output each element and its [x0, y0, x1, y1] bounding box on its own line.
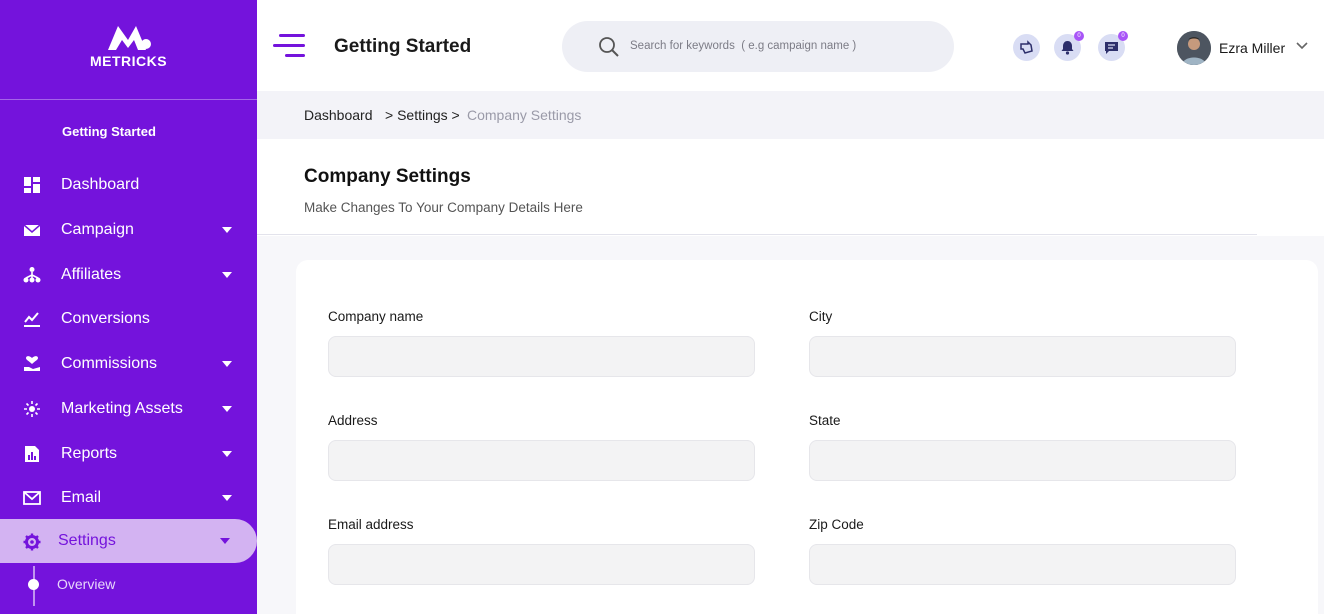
- menu-toggle-icon[interactable]: [273, 34, 305, 60]
- sidebar-item-label: Conversions: [61, 310, 150, 327]
- sidebar: METRICKS Getting Started Dashboard Campa…: [0, 0, 257, 614]
- help-button[interactable]: [1013, 34, 1040, 61]
- envelope-icon: [23, 224, 41, 236]
- search-bar: [562, 21, 954, 72]
- pointer-hand-icon: [1020, 40, 1033, 54]
- sidebar-item-commissions[interactable]: Commissions: [0, 342, 257, 386]
- sidebar-item-email[interactable]: Email: [0, 476, 257, 520]
- messages-button[interactable]: 0: [1098, 31, 1128, 61]
- notifications-button[interactable]: 0: [1054, 31, 1084, 61]
- dashboard-grid-icon: [24, 177, 40, 193]
- heart-hand-icon: [24, 356, 40, 371]
- report-doc-icon: [25, 446, 39, 462]
- search-icon: [599, 37, 619, 57]
- breadcrumb-item-dashboard[interactable]: Dashboard: [304, 107, 373, 123]
- sidebar-item-label: Email: [61, 489, 102, 506]
- sidebar-item-label: Campaign: [61, 221, 134, 238]
- address-label: Address: [328, 413, 378, 428]
- sidebar-item-settings[interactable]: Settings: [0, 519, 257, 563]
- logo-text: METRICKS: [89, 53, 168, 69]
- sidebar-item-conversions[interactable]: Conversions: [0, 297, 257, 341]
- mail-icon: [23, 491, 41, 505]
- sidebar-item-label: Reports: [61, 445, 118, 462]
- email-address-label: Email address: [328, 517, 414, 532]
- gear-icon: [23, 533, 41, 551]
- chevron-down-icon: [222, 406, 232, 412]
- city-label: City: [809, 309, 833, 324]
- sidebar-item-label: Settings: [58, 532, 116, 549]
- chevron-down-icon[interactable]: [1296, 42, 1308, 50]
- user-avatar-icon: [1177, 31, 1211, 65]
- chevron-down-icon: [220, 538, 230, 544]
- sidebar-item-dashboard[interactable]: Dashboard: [0, 163, 257, 207]
- brand-logo[interactable]: METRICKS: [0, 22, 257, 69]
- page-title: Getting Started: [334, 36, 472, 57]
- state-field[interactable]: [809, 440, 1236, 481]
- sidebar-item-marketing-assets[interactable]: Marketing Assets: [0, 387, 257, 431]
- sidebar-item-label: Commissions: [61, 355, 158, 372]
- state-label: State: [809, 413, 841, 428]
- chevron-down-icon: [222, 495, 232, 501]
- sparkle-icon: [24, 401, 40, 417]
- zip-code-field[interactable]: [809, 544, 1236, 585]
- chart-line-icon: [24, 312, 40, 327]
- zip-code-label: Zip Code: [809, 517, 864, 532]
- sidebar-divider: [0, 99, 257, 100]
- chevron-down-icon: [222, 272, 232, 278]
- sidebar-item-label: Affiliates: [61, 266, 122, 283]
- message-count-badge: 0: [1118, 31, 1128, 41]
- submenu-item-overview[interactable]: Overview: [57, 576, 115, 592]
- sidebar-item-label: Dashboard: [61, 176, 140, 193]
- company-name-label: Company name: [328, 309, 424, 324]
- submenu-dot-icon: [28, 579, 39, 590]
- header-divider: [257, 234, 1257, 235]
- breadcrumb-item-settings[interactable]: > Settings >: [385, 107, 460, 123]
- search-input[interactable]: [630, 36, 930, 56]
- sidebar-section-title[interactable]: Getting Started: [62, 124, 156, 139]
- section-subtitle: Make Changes To Your Company Details Her…: [304, 200, 583, 215]
- email-field[interactable]: [328, 544, 755, 585]
- user-name[interactable]: Ezra Miller: [1219, 40, 1285, 56]
- chevron-down-icon: [222, 361, 232, 367]
- avatar[interactable]: [1177, 31, 1211, 65]
- sidebar-item-reports[interactable]: Reports: [0, 432, 257, 476]
- chevron-down-icon: [222, 227, 232, 233]
- chevron-down-icon: [222, 451, 232, 457]
- city-field[interactable]: [809, 336, 1236, 377]
- address-field[interactable]: [328, 440, 755, 481]
- chat-icon: [1105, 42, 1118, 54]
- bell-icon: [1061, 41, 1074, 55]
- metricks-logo-icon: [107, 26, 151, 50]
- company-name-field[interactable]: [328, 336, 755, 377]
- section-title: Company Settings: [304, 166, 471, 187]
- affiliates-tree-icon: [23, 267, 41, 283]
- sidebar-item-affiliates[interactable]: Affiliates: [0, 253, 257, 297]
- sidebar-item-campaign[interactable]: Campaign: [0, 208, 257, 252]
- breadcrumb-item-current: Company Settings: [467, 107, 582, 123]
- sidebar-item-label: Marketing Assets: [61, 400, 183, 417]
- notification-count-badge: 0: [1074, 31, 1084, 41]
